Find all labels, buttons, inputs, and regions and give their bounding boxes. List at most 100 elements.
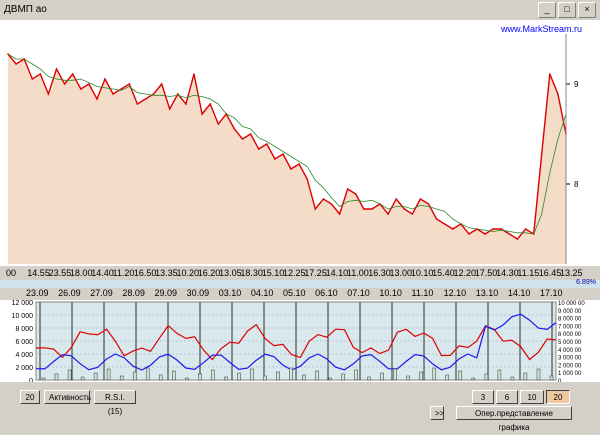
- time-tick-label: 17.25: [304, 268, 327, 278]
- date-tick-label: 29.09: [154, 288, 178, 298]
- price-point: [354, 193, 357, 195]
- activity-button[interactable]: Активность: [44, 390, 91, 404]
- range-button-6[interactable]: 6 дн.: [496, 390, 518, 416]
- date-tick-label: 11.10: [411, 288, 434, 298]
- price-point: [63, 83, 66, 85]
- date-tick-label: 30.09: [186, 288, 210, 298]
- volume-bar: [497, 369, 502, 381]
- left-tick-label: 8 000: [15, 326, 33, 333]
- percent-change: 6.89%: [576, 279, 596, 286]
- date-tick-label: 27.09: [90, 288, 113, 298]
- price-point: [168, 108, 171, 110]
- date-tick-label: 10.10: [379, 288, 402, 298]
- date-tick-label: 23.09: [26, 288, 49, 298]
- time-tick-label: 16.45: [538, 268, 562, 278]
- volume-bar: [289, 367, 293, 381]
- volume-bar: [106, 368, 111, 381]
- price-point: [379, 203, 381, 205]
- price-point: [31, 78, 34, 80]
- indicator-panel: 12 000 10 000 8 000 6 000 4 000 2 000 0 10 000 …: [0, 300, 600, 385]
- price-point: [371, 208, 373, 210]
- price-point: [225, 113, 228, 115]
- price-point: [80, 88, 82, 90]
- right-tick-label: 7 000 00: [558, 324, 582, 330]
- price-point: [144, 98, 147, 100]
- price-point: [185, 103, 187, 105]
- volume-bar: [315, 370, 319, 381]
- price-point: [152, 93, 155, 95]
- date-tick-label: 07.10: [347, 288, 370, 298]
- time-tick-label: 13.05: [219, 268, 242, 278]
- close-button[interactable]: ×: [578, 2, 596, 18]
- price-point: [540, 153, 543, 155]
- price-point: [508, 233, 511, 235]
- volume-bar: [93, 372, 98, 381]
- price-point: [484, 233, 486, 235]
- time-tick-label: 16.20: [197, 268, 221, 278]
- forward-button[interactable]: >>: [430, 406, 444, 420]
- price-point: [39, 73, 42, 75]
- volume-bar: [419, 371, 423, 381]
- window-buttons: _ □ ×: [538, 2, 596, 18]
- time-tick-label: 12.25: [283, 268, 306, 278]
- range-button-20[interactable]: 20 дн.: [546, 390, 570, 416]
- time-tick-label: 17.50: [474, 268, 498, 278]
- volume-bar: [458, 370, 463, 381]
- price-point: [274, 158, 276, 160]
- site-link[interactable]: www.MarkStream.ru: [501, 24, 582, 34]
- range-button-10[interactable]: 10 дн.: [520, 390, 544, 416]
- price-point: [47, 93, 50, 95]
- volume-bar: [54, 373, 59, 381]
- price-point: [201, 113, 203, 115]
- right-tick-label: 10 000 00: [558, 301, 585, 307]
- price-point: [516, 238, 519, 240]
- price-point: [290, 168, 292, 170]
- time-tick-label: 23.55: [48, 268, 72, 278]
- minimize-button[interactable]: _: [538, 2, 556, 18]
- period-input[interactable]: 20: [20, 390, 40, 404]
- price-point: [419, 198, 422, 200]
- time-tick-label: 11.15: [517, 268, 540, 278]
- right-tick-label: 8 000 00: [558, 317, 582, 323]
- oper-view-button[interactable]: Опер.представление графика: [456, 406, 572, 432]
- volume-bar: [302, 374, 306, 381]
- volume-bar: [263, 375, 267, 381]
- price-point: [314, 208, 317, 210]
- volume-bar: [198, 373, 202, 381]
- price-point: [88, 83, 90, 85]
- right-tick-label: 6 000 00: [558, 332, 582, 338]
- volume-bar: [380, 372, 384, 381]
- price-point: [136, 103, 139, 105]
- maximize-button[interactable]: □: [558, 2, 576, 18]
- volume-bar: [41, 377, 46, 381]
- time-tick-label: 16.50: [133, 268, 157, 278]
- price-chart-svg: 98: [7, 34, 579, 264]
- time-tick-label: 14.10: [325, 268, 349, 278]
- title-bar: ДВМП ао _ □ ×: [0, 0, 600, 20]
- time-tick-label: 11.00: [346, 268, 369, 278]
- time-tick-label: 14.55: [27, 268, 50, 278]
- date-tick-label: 03.10: [218, 288, 242, 298]
- price-point: [55, 68, 58, 70]
- price-point: [476, 228, 478, 230]
- range-button-3[interactable]: 3 дн.: [472, 390, 494, 416]
- date-tick-label: 13.10: [475, 288, 499, 298]
- volume-bar: [237, 372, 241, 381]
- price-point: [330, 203, 333, 205]
- price-point: [112, 93, 114, 95]
- volume-bar: [523, 372, 528, 381]
- price-point: [338, 213, 341, 215]
- price-point: [249, 133, 252, 135]
- price-point: [549, 73, 551, 75]
- price-point: [7, 53, 9, 55]
- volume-bar: [145, 367, 150, 381]
- volume-bar: [250, 368, 254, 381]
- price-point: [120, 88, 122, 90]
- volume-bar: [341, 373, 345, 381]
- date-tick-label: 28.09: [122, 288, 145, 298]
- price-point: [492, 228, 495, 230]
- volume-bar: [276, 371, 280, 381]
- time-tick-label: 13.35: [155, 268, 178, 278]
- rsi-button[interactable]: R.S.I. (15): [94, 390, 136, 416]
- price-point: [460, 223, 462, 225]
